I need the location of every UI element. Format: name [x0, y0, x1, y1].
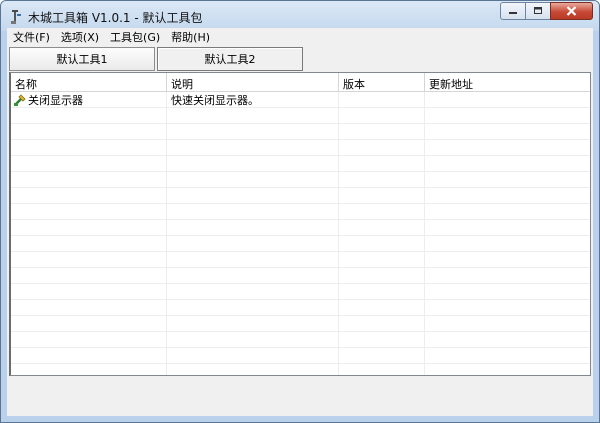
list-body: 关闭显示器 快速关闭显示器。	[11, 92, 590, 375]
app-window: 木城工具箱 V1.0.1 - 默认工具包 文件(F) 选项(X) 工具包(G) …	[0, 0, 600, 423]
item-description: 快速关闭显示器。	[171, 94, 259, 107]
caption-buttons	[500, 2, 593, 22]
tab-strip: 默认工具1 默认工具2	[7, 46, 593, 72]
list-item[interactable]: 关闭显示器 快速关闭显示器。	[11, 92, 590, 108]
title-bar[interactable]: 木城工具箱 V1.0.1 - 默认工具包	[1, 1, 599, 31]
menu-bar: 文件(F) 选项(X) 工具包(G) 帮助(H)	[7, 28, 593, 46]
maximize-icon	[534, 7, 542, 14]
column-header-name[interactable]: 名称	[11, 73, 167, 91]
toolbox-icon	[11, 10, 21, 24]
item-name: 关闭显示器	[28, 94, 83, 107]
bottom-panel	[9, 377, 591, 416]
close-button[interactable]	[550, 2, 593, 20]
minimize-icon	[509, 12, 517, 14]
item-name-cell: 关闭显示器	[11, 92, 167, 108]
minimize-button[interactable]	[500, 2, 526, 20]
close-icon	[566, 6, 577, 16]
client-area: 默认工具1 默认工具2 名称 说明 版本 更新地址 关闭显示器 快速关闭显示器。	[7, 46, 593, 416]
tab-default-tools-1[interactable]: 默认工具1	[9, 47, 155, 71]
column-header-description[interactable]: 说明	[167, 73, 339, 91]
menu-file[interactable]: 文件(F)	[7, 29, 55, 45]
column-header-update-url[interactable]: 更新地址	[425, 73, 590, 91]
menu-help[interactable]: 帮助(H)	[165, 29, 215, 45]
list-header: 名称 说明 版本 更新地址	[11, 73, 590, 92]
maximize-button[interactable]	[525, 2, 551, 20]
column-header-version[interactable]: 版本	[339, 73, 425, 91]
window-title: 木城工具箱 V1.0.1 - 默认工具包	[28, 11, 203, 25]
menu-options[interactable]: 选项(X)	[55, 29, 104, 45]
tool-list[interactable]: 名称 说明 版本 更新地址 关闭显示器 快速关闭显示器。	[9, 72, 591, 376]
tool-icon	[14, 94, 26, 106]
menu-toolkit[interactable]: 工具包(G)	[104, 29, 165, 45]
tab-default-tools-2[interactable]: 默认工具2	[157, 47, 303, 71]
